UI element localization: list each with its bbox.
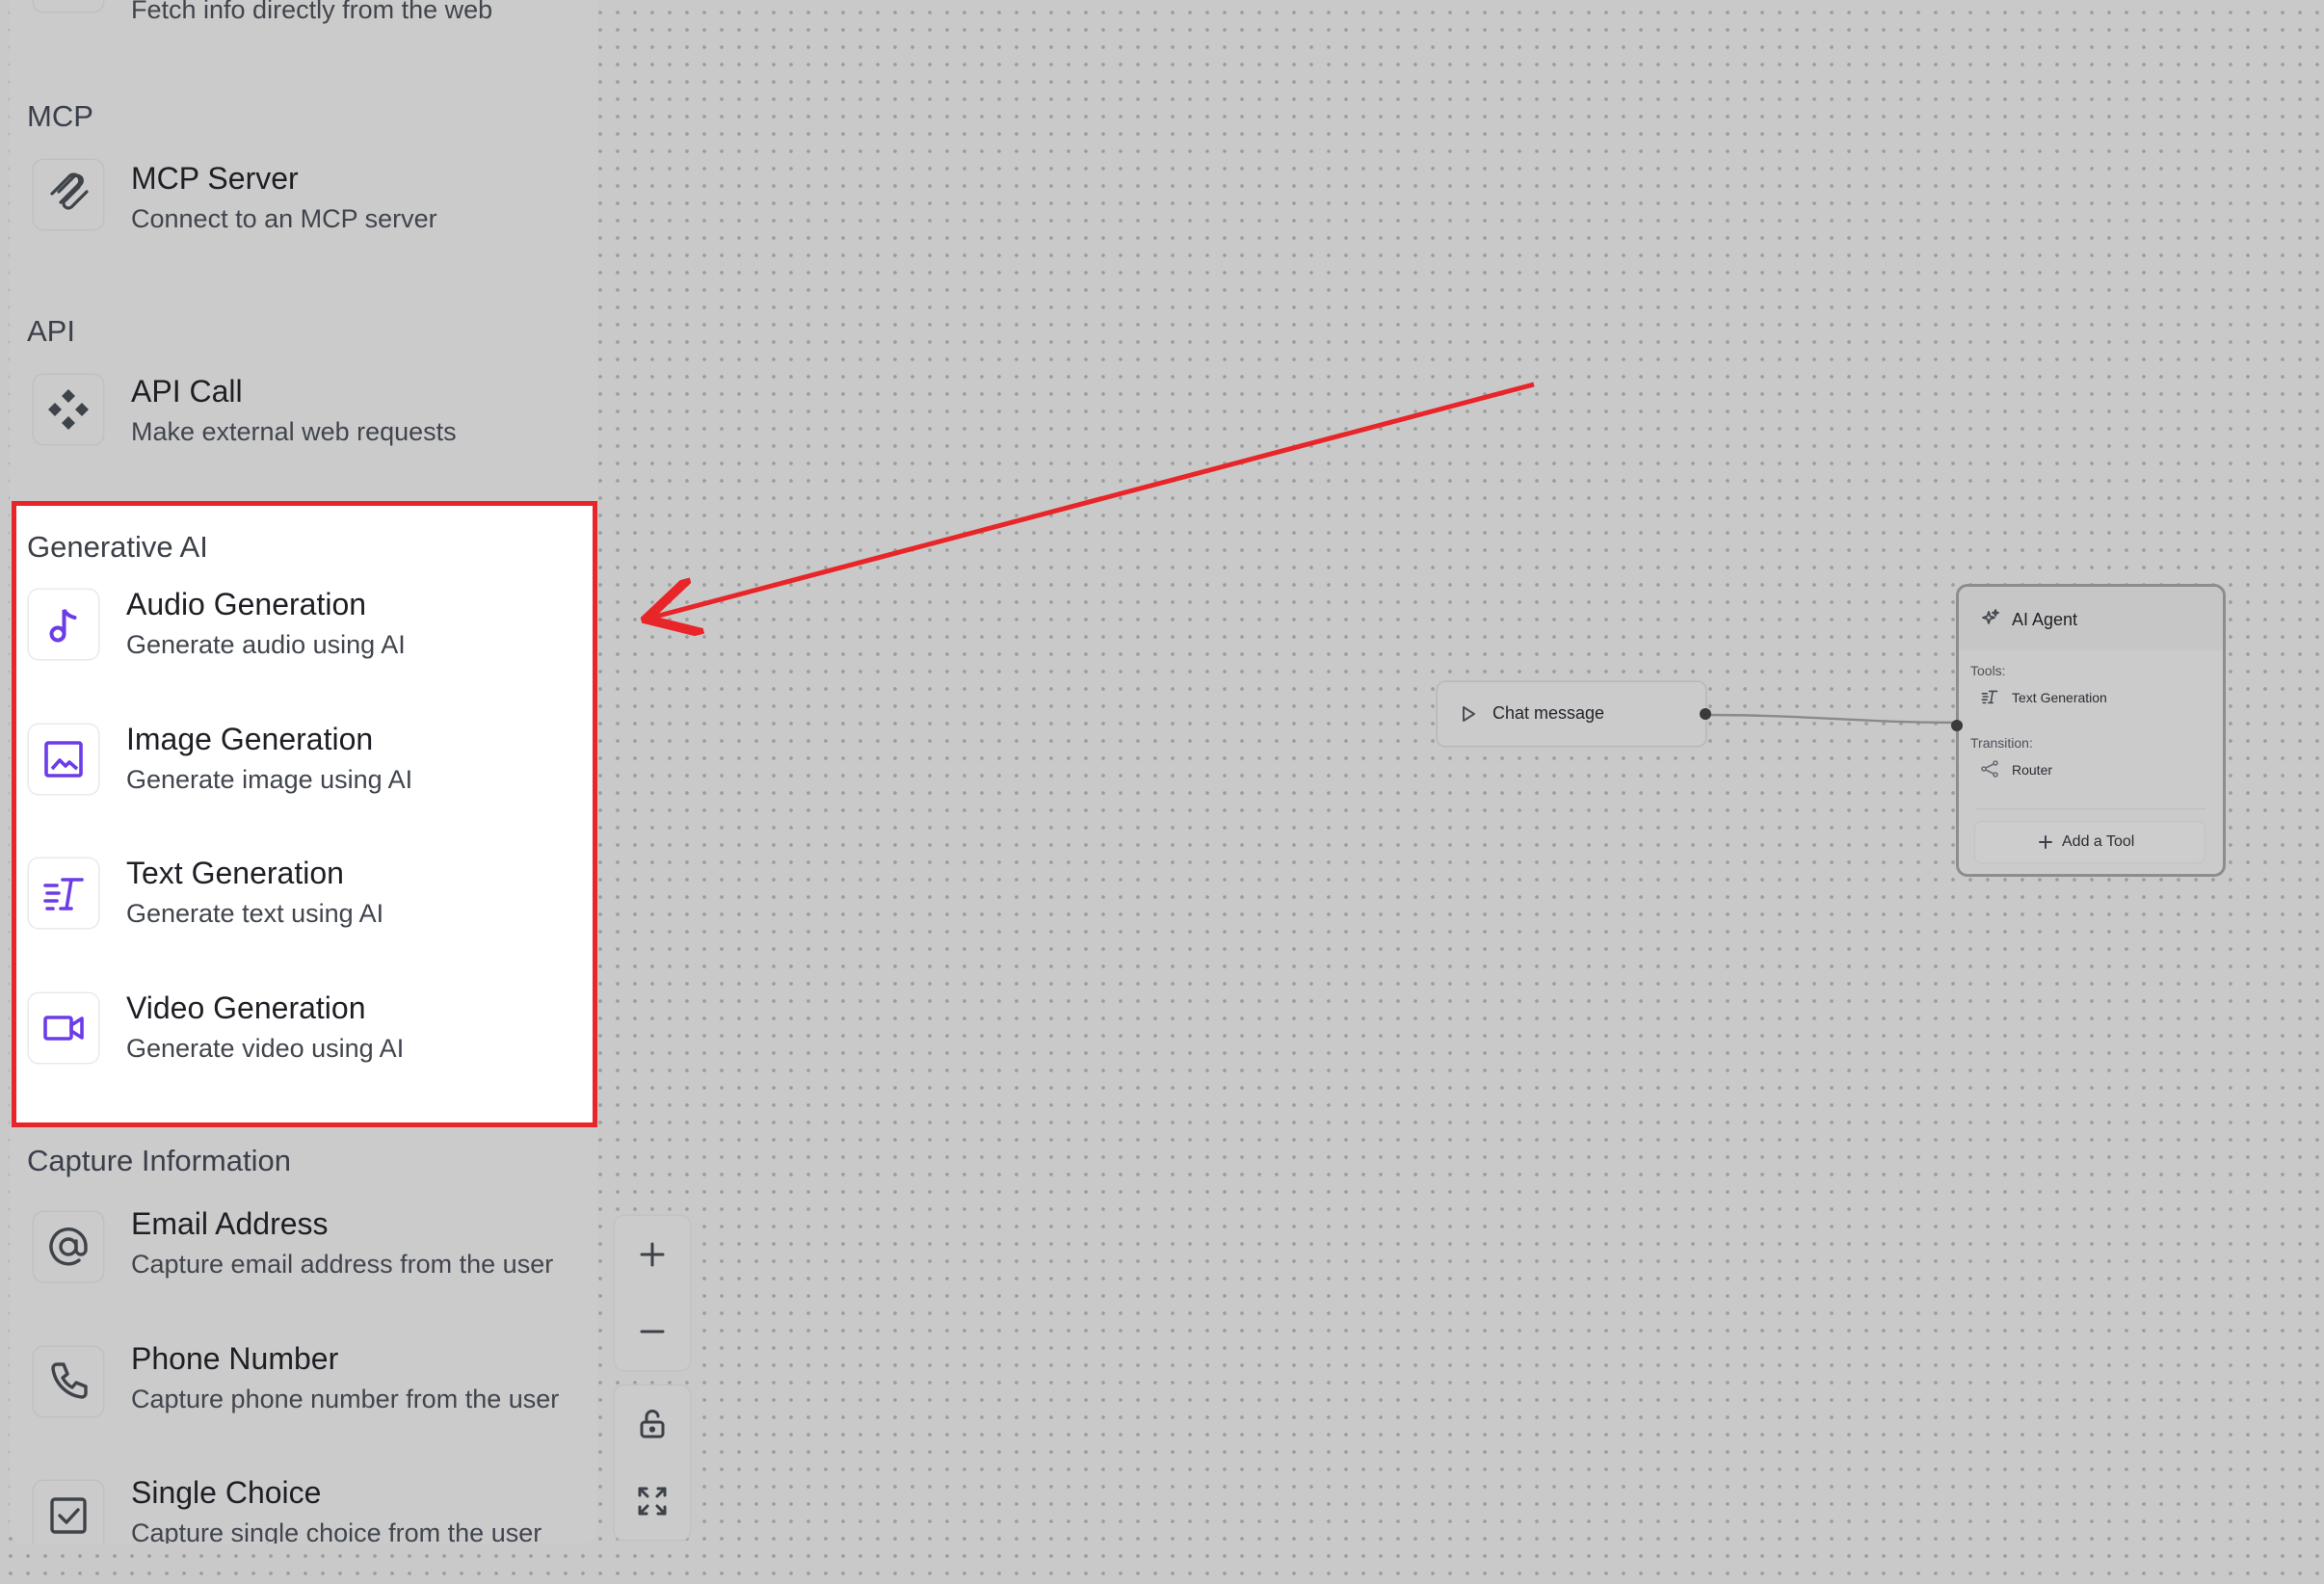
transition-label: Transition: bbox=[1970, 735, 2033, 751]
tool-item-text-generation[interactable]: Text Generation bbox=[1959, 683, 2223, 712]
zoom-in-button[interactable] bbox=[615, 1216, 690, 1293]
sidebar-item-title: Email Address bbox=[131, 1206, 329, 1241]
plus-icon bbox=[2035, 832, 2056, 853]
sidebar-item-email-address[interactable]: Email Address Capture email address from… bbox=[10, 1206, 597, 1312]
sidebar-item-subtitle: Connect to an MCP server bbox=[131, 204, 437, 233]
ai-agent-node-header: AI Agent bbox=[1959, 587, 2223, 650]
fit-view-button[interactable] bbox=[615, 1463, 690, 1540]
ai-agent-node[interactable]: AI Agent Tools: Text Generation Transiti… bbox=[1951, 584, 2226, 877]
sidebar-item-phone-number[interactable]: Phone Number Capture phone number from t… bbox=[10, 1341, 597, 1447]
sidebar-item-title: Audio Generation bbox=[126, 587, 367, 621]
section-title-api: API bbox=[27, 314, 75, 348]
zoom-out-button[interactable] bbox=[615, 1293, 690, 1370]
sidebar-item-subtitle: Make external web requests bbox=[131, 417, 457, 446]
transition-item-label: Router bbox=[2012, 762, 2053, 778]
zoom-controls bbox=[615, 1216, 690, 1370]
ai-agent-node-title: AI Agent bbox=[2012, 610, 2078, 629]
tools-label: Tools: bbox=[1970, 663, 2006, 678]
sidebar-item-subtitle: Capture phone number from the user bbox=[131, 1385, 560, 1413]
sidebar-item-api-call[interactable]: API Call Make external web requests bbox=[10, 369, 597, 475]
sparkles-icon bbox=[1980, 608, 2001, 629]
sidebar-item-mcp-server[interactable]: MCP Server Connect to an MCP server bbox=[10, 154, 597, 260]
sidebar-item-subtitle: Generate video using AI bbox=[126, 1034, 405, 1063]
image-icon bbox=[29, 725, 98, 794]
music-note-icon bbox=[29, 590, 98, 659]
section-title-generative-ai: Generative AI bbox=[27, 530, 208, 564]
annotation-arrow bbox=[655, 382, 1535, 617]
view-controls bbox=[615, 1386, 690, 1540]
sidebar-item-video-generation[interactable]: Video Generation Generate video using AI bbox=[5, 990, 593, 1099]
router-icon bbox=[1979, 758, 2000, 779]
sidebar-item-title: API Call bbox=[131, 374, 243, 409]
chat-message-node[interactable]: Chat message bbox=[1438, 682, 1711, 746]
sidebar-item-subtitle: Generate text using AI bbox=[126, 899, 384, 928]
phone-icon bbox=[34, 1347, 103, 1416]
sidebar-item-audio-generation[interactable]: Audio Generation Generate audio using AI bbox=[5, 587, 593, 696]
agent-node-input-handle[interactable] bbox=[1951, 720, 1963, 731]
text-generation-icon bbox=[1979, 686, 2000, 707]
api-icon bbox=[34, 375, 103, 444]
sidebar-item-title: Video Generation bbox=[126, 990, 366, 1025]
section-title-mcp: MCP bbox=[27, 99, 93, 133]
sidebar-item-title: Image Generation bbox=[126, 722, 374, 756]
add-tool-button[interactable]: Add a Tool bbox=[1975, 822, 2205, 862]
sidebar-item-image-generation[interactable]: Image Generation Generate image using AI bbox=[5, 722, 593, 831]
sidebar-item-single-choice[interactable]: Single Choice Capture single choice from… bbox=[10, 1475, 597, 1544]
sidebar-item-subtitle: Capture single choice from the user bbox=[131, 1518, 542, 1544]
sidebar-item-title: Single Choice bbox=[131, 1475, 322, 1510]
at-sign-icon bbox=[34, 1212, 103, 1281]
play-icon bbox=[1458, 703, 1479, 725]
add-tool-label: Add a Tool bbox=[2062, 833, 2135, 850]
generative-ai-section-highlight: Generative AI Audio Generation Generate … bbox=[12, 501, 597, 1127]
divider bbox=[1975, 808, 2206, 809]
sidebar-item-title: MCP Server bbox=[131, 161, 299, 196]
video-camera-icon bbox=[29, 993, 98, 1063]
fit-view-icon bbox=[638, 1487, 667, 1516]
checkbox-icon bbox=[34, 1481, 103, 1544]
tool-item-label: Text Generation bbox=[2012, 690, 2107, 705]
node-connection-edge bbox=[1706, 713, 1959, 725]
lock-toggle-button[interactable] bbox=[615, 1386, 690, 1463]
mcp-icon bbox=[34, 160, 103, 229]
plus-icon bbox=[640, 1242, 665, 1267]
sidebar-item-title: Text Generation bbox=[126, 856, 344, 890]
sidebar-item-subtitle: Capture email address from the user bbox=[131, 1250, 554, 1279]
sidebar-item-subtitle: Generate audio using AI bbox=[126, 630, 406, 659]
text-generation-icon bbox=[29, 858, 98, 928]
sidebar-item-subtitle: Generate image using AI bbox=[126, 765, 413, 794]
sidebar-item-subtitle: Fetch info directly from the web bbox=[131, 0, 493, 24]
sidebar-item-web-fetch[interactable]: Fetch info directly from the web bbox=[10, 0, 597, 39]
section-title-capture-information: Capture Information bbox=[27, 1144, 291, 1177]
transition-item-router[interactable]: Router bbox=[1959, 755, 2223, 784]
chat-node-output-handle[interactable] bbox=[1700, 708, 1711, 720]
unlock-icon bbox=[640, 1410, 665, 1439]
minus-icon bbox=[640, 1330, 665, 1333]
web-icon bbox=[34, 0, 103, 12]
sidebar-item-text-generation[interactable]: Text Generation Generate text using AI bbox=[5, 856, 593, 964]
chat-node-label: Chat message bbox=[1492, 703, 1605, 723]
sidebar-item-title: Phone Number bbox=[131, 1341, 339, 1376]
